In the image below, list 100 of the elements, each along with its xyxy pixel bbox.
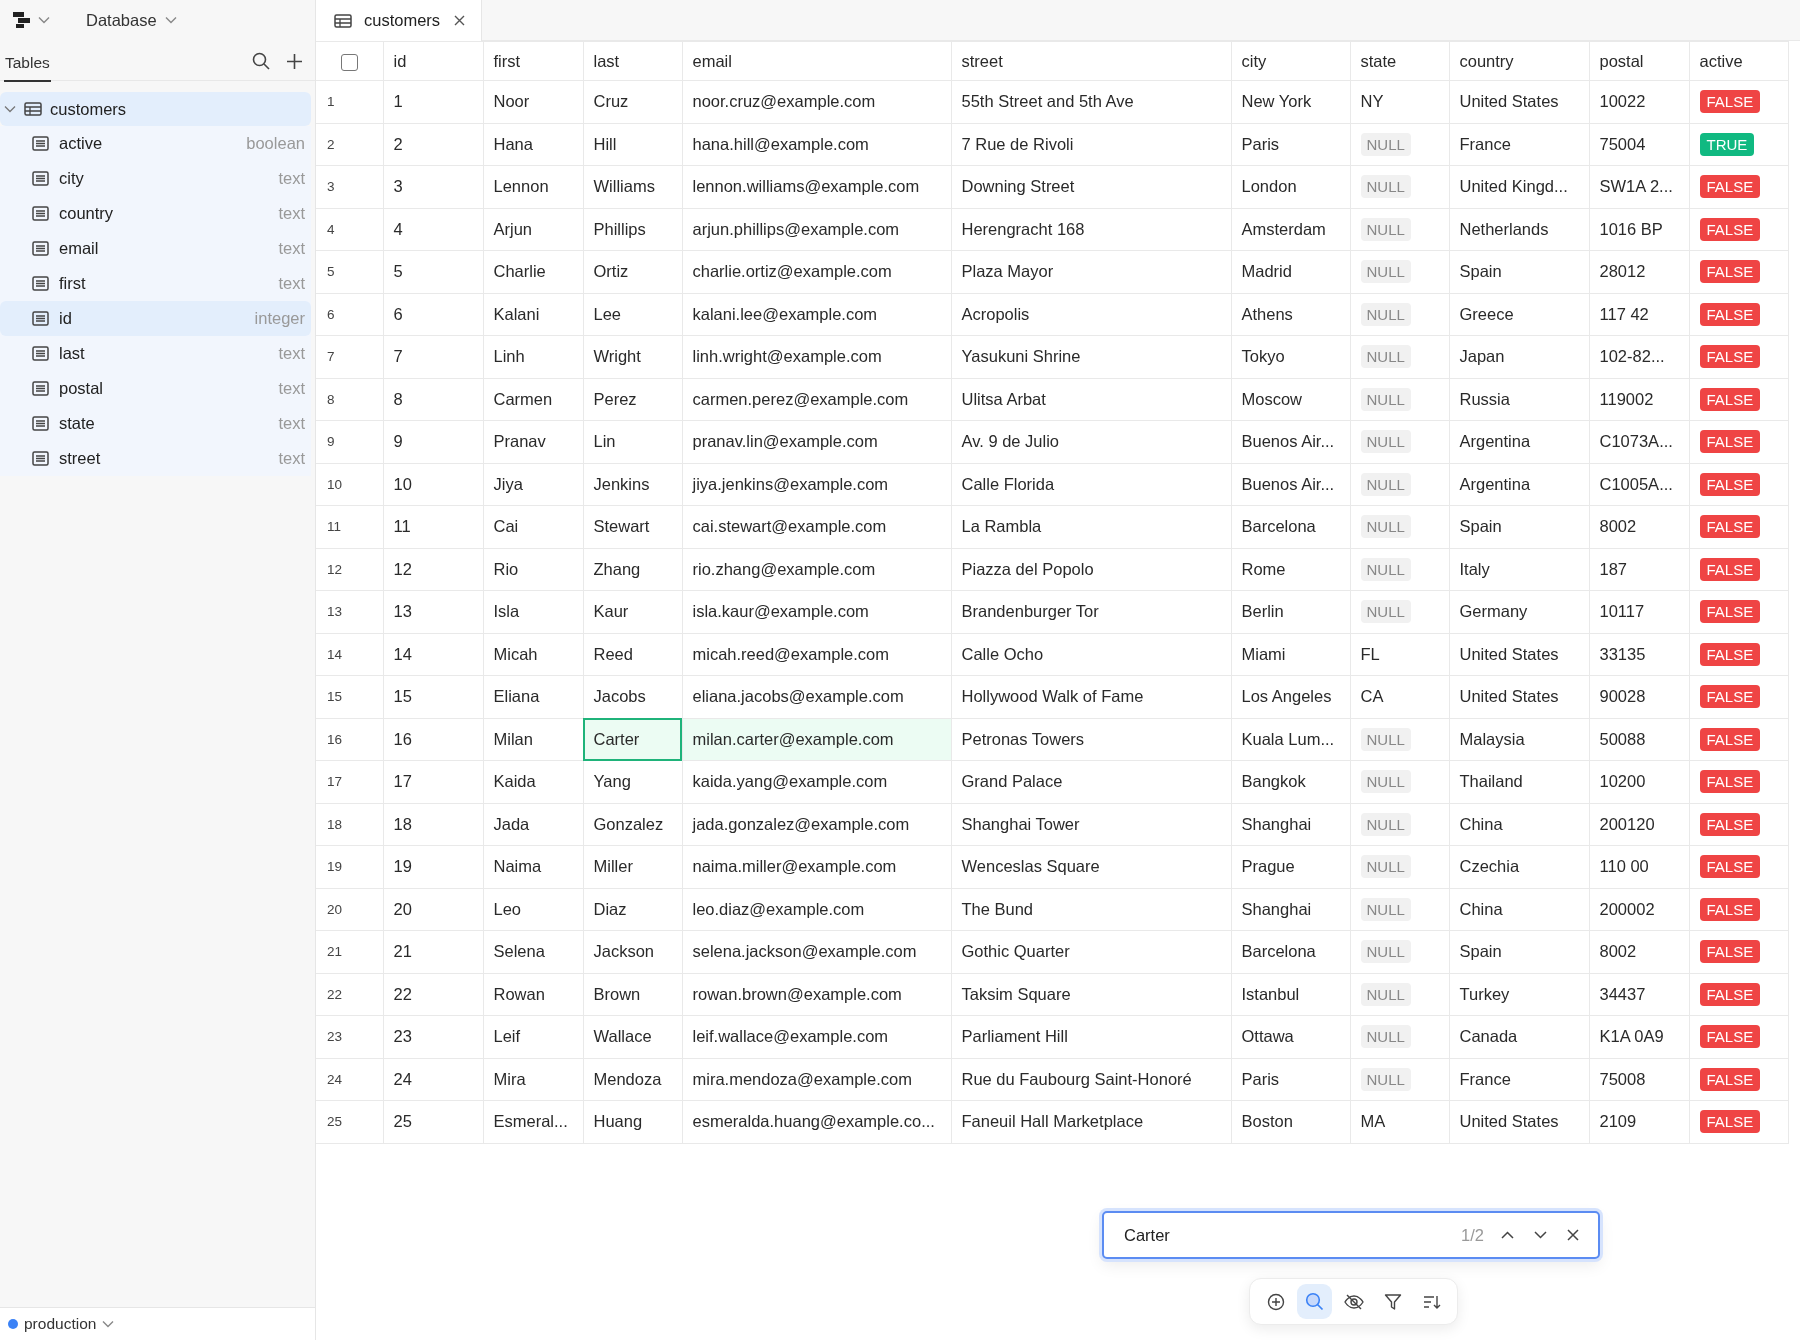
chevron-up-icon bbox=[1501, 1231, 1514, 1239]
table-cell: Zhang bbox=[583, 548, 682, 591]
boolean-badge: FALSE bbox=[1699, 982, 1761, 1006]
next-match-button[interactable] bbox=[1531, 1228, 1550, 1242]
table-cell: 33135 bbox=[1589, 633, 1689, 676]
table-cell: 110 00 bbox=[1589, 845, 1689, 888]
table-cell: 9 bbox=[383, 420, 483, 463]
column-tree-item[interactable]: email text bbox=[0, 231, 311, 266]
table-cell: Kaida bbox=[483, 760, 583, 803]
row-number: 15 bbox=[316, 675, 383, 718]
boolean-badge: FALSE bbox=[1699, 685, 1761, 709]
table-cell: Petronas Towers bbox=[951, 718, 1231, 761]
column-type: boolean bbox=[246, 134, 305, 153]
table-cell: Thailand bbox=[1449, 760, 1589, 803]
chevron-down-icon bbox=[38, 16, 50, 24]
column-header[interactable]: email bbox=[682, 41, 951, 81]
boolean-badge: FALSE bbox=[1699, 430, 1761, 454]
boolean-badge: FALSE bbox=[1699, 855, 1761, 879]
column-name: city bbox=[59, 169, 84, 188]
column-tree-item[interactable]: country text bbox=[0, 196, 311, 231]
null-badge: NULL bbox=[1360, 727, 1411, 751]
table-cell: Moscow bbox=[1231, 378, 1350, 421]
column-icon bbox=[32, 276, 49, 291]
close-icon bbox=[454, 15, 466, 26]
table-cell: 187 bbox=[1589, 548, 1689, 591]
column-name: last bbox=[59, 344, 85, 363]
plus-circle-icon bbox=[1266, 1292, 1285, 1311]
table-cell: Shanghai bbox=[1231, 888, 1350, 931]
table-cell: Phillips bbox=[583, 208, 682, 251]
table-tab[interactable]: customers bbox=[316, 0, 483, 41]
table-cell: 7 bbox=[383, 335, 483, 378]
table-cell: 55th Street and 5th Ave bbox=[951, 80, 1231, 123]
table-cell: 102-82... bbox=[1589, 335, 1689, 378]
database-dropdown[interactable]: Database bbox=[86, 10, 177, 30]
column-header[interactable]: first bbox=[483, 41, 583, 81]
column-name: first bbox=[59, 274, 86, 293]
table-cell: 3 bbox=[383, 165, 483, 208]
table-cell: China bbox=[1449, 803, 1589, 846]
table-cell: 50088 bbox=[1589, 718, 1689, 761]
null-badge: NULL bbox=[1360, 217, 1411, 241]
table-cell: 14 bbox=[383, 633, 483, 676]
column-header[interactable]: postal bbox=[1589, 41, 1689, 81]
table-cell: Piazza del Popolo bbox=[951, 548, 1231, 591]
column-tree-item[interactable]: street text bbox=[0, 441, 311, 476]
table-cell: 6 bbox=[383, 293, 483, 336]
table-cell: Spain bbox=[1449, 250, 1589, 293]
table-cell: Miami bbox=[1231, 633, 1350, 676]
table-cell: Hana bbox=[483, 123, 583, 166]
sidebar-tab[interactable]: Tables bbox=[4, 47, 51, 82]
connection-dropdown[interactable]: production bbox=[8, 1315, 115, 1333]
null-badge: NULL bbox=[1360, 515, 1411, 539]
table-cell: France bbox=[1449, 1058, 1589, 1101]
column-tree-item[interactable]: state text bbox=[0, 406, 311, 441]
table-cell: Gothic Quarter bbox=[951, 930, 1231, 973]
table-cell: 18 bbox=[383, 803, 483, 846]
table-cell: Cruz bbox=[583, 80, 682, 123]
table-cell: Spain bbox=[1449, 930, 1589, 973]
column-header[interactable]: street bbox=[951, 41, 1231, 81]
table-tree-item[interactable]: customers bbox=[0, 92, 311, 126]
table-cell: Malaysia bbox=[1449, 718, 1589, 761]
table-cell: Calle Florida bbox=[951, 463, 1231, 506]
column-header[interactable]: id bbox=[383, 41, 483, 81]
table-cell: kalani.lee@example.com bbox=[682, 293, 951, 336]
column-header[interactable]: active bbox=[1689, 41, 1788, 81]
column-tree-item[interactable]: city text bbox=[0, 161, 311, 196]
table-cell: Leif bbox=[483, 1015, 583, 1058]
table-cell: Eliana bbox=[483, 675, 583, 718]
find-field[interactable]: Carter 1/2 bbox=[1102, 1211, 1600, 1259]
table-cell: Amsterdam bbox=[1231, 208, 1350, 251]
table-cell: China bbox=[1449, 888, 1589, 931]
column-tree-item[interactable]: id integer bbox=[0, 301, 311, 336]
column-tree-item[interactable]: active boolean bbox=[0, 126, 311, 161]
table-cell: Shanghai Tower bbox=[951, 803, 1231, 846]
column-icon bbox=[32, 136, 49, 151]
boolean-badge: FALSE bbox=[1699, 472, 1761, 496]
boolean-badge: FALSE bbox=[1699, 217, 1761, 241]
table-cell: Taksim Square bbox=[951, 973, 1231, 1016]
column-header[interactable]: country bbox=[1449, 41, 1589, 81]
table-cell: 24 bbox=[383, 1058, 483, 1101]
column-header[interactable]: last bbox=[583, 41, 682, 81]
table-cell: 12 bbox=[383, 548, 483, 591]
find-field[interactable]: Carter bbox=[1124, 1225, 1448, 1245]
table-cell: 7 Rue de Rivoli bbox=[951, 123, 1231, 166]
table-cell: Ottawa bbox=[1231, 1015, 1350, 1058]
table-cell: Mira bbox=[483, 1058, 583, 1101]
table-cell: rio.zhang@example.com bbox=[682, 548, 951, 591]
null-badge: NULL bbox=[1360, 1067, 1411, 1091]
column-tree-item[interactable]: last text bbox=[0, 336, 311, 371]
table-cell: 16 bbox=[383, 718, 483, 761]
select-all-checkbox[interactable] bbox=[340, 53, 358, 71]
null-badge: NULL bbox=[1360, 812, 1411, 836]
table-cell: Noor bbox=[483, 80, 583, 123]
column-header[interactable]: city bbox=[1231, 41, 1350, 81]
column-tree-item[interactable]: first text bbox=[0, 266, 311, 301]
column-tree-item[interactable]: postal text bbox=[0, 371, 311, 406]
column-type: text bbox=[278, 414, 305, 433]
table-cell: 200002 bbox=[1589, 888, 1689, 931]
table-cell: 19 bbox=[383, 845, 483, 888]
table-cell: micah.reed@example.com bbox=[682, 633, 951, 676]
column-header[interactable]: state bbox=[1350, 41, 1449, 81]
